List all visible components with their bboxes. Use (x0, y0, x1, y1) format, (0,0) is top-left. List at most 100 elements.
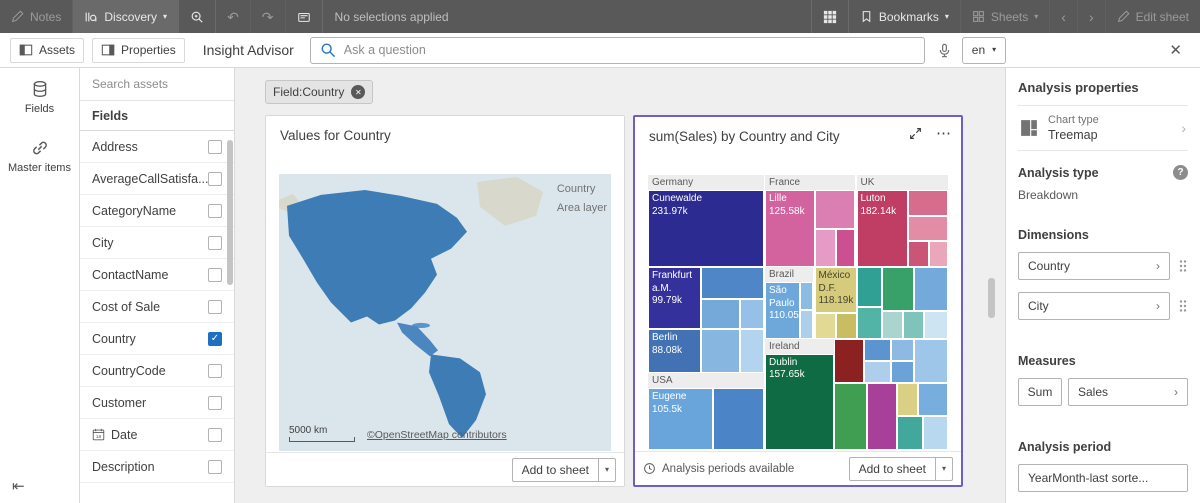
treemap-block[interactable] (918, 383, 948, 416)
bookmarks-button[interactable]: Bookmarks ▾ (848, 0, 960, 33)
remove-filter-icon[interactable]: ✕ (351, 85, 365, 99)
field-row-city[interactable]: City (80, 227, 234, 259)
treemap-block[interactable] (701, 267, 764, 299)
field-row-contactname[interactable]: ContactName (80, 259, 234, 291)
field-row-cost-of-sale[interactable]: Cost of Sale (80, 291, 234, 323)
treemap-block[interactable] (864, 339, 891, 361)
aggregation-button[interactable]: Sum (1018, 378, 1062, 406)
treemap-block[interactable] (701, 329, 740, 373)
field-checkbox-address[interactable] (208, 140, 222, 154)
discovery-button[interactable]: Discovery ▾ (73, 0, 179, 33)
treemap-block[interactable] (740, 329, 764, 373)
treemap-group-ireland[interactable]: Ireland (765, 339, 834, 354)
treemap-block[interactable] (834, 339, 864, 383)
rail-tab-fields[interactable]: Fields (0, 68, 79, 127)
edit-sheet-button[interactable]: Edit sheet (1105, 0, 1200, 33)
field-row-description[interactable]: Description (80, 451, 234, 483)
rail-tab-master-items[interactable]: Master items (0, 127, 79, 186)
field-row-customer[interactable]: Customer (80, 387, 234, 419)
treemap-block[interactable] (836, 313, 857, 339)
chart-type-row[interactable]: Chart type Treemap › (1018, 105, 1188, 151)
field-row-country[interactable]: Country✓ (80, 323, 234, 355)
field-row-date[interactable]: 18Date (80, 419, 234, 451)
close-insight-advisor-button[interactable]: ✕ (1161, 41, 1190, 59)
treemap-block[interactable] (924, 311, 948, 339)
treemap-block-luton[interactable]: Luton 182.14k (857, 190, 908, 267)
treemap-block[interactable] (857, 307, 883, 339)
treemap-block[interactable] (834, 383, 867, 450)
map-add-to-sheet-button[interactable]: Add to sheet ▾ (512, 458, 616, 482)
assets-scrollbar[interactable] (227, 140, 233, 285)
previous-sheet-button[interactable]: ‹ (1049, 0, 1077, 33)
treemap-group-brazil[interactable]: Brazil (765, 267, 813, 282)
help-icon[interactable]: ? (1173, 165, 1188, 180)
analysis-periods-note[interactable]: Analysis periods available (643, 462, 794, 475)
treemap-block[interactable] (815, 229, 836, 268)
undo-button[interactable]: ↶ (216, 0, 251, 33)
assets-search-input[interactable] (92, 77, 222, 91)
treemap-block[interactable] (867, 383, 897, 450)
ask-question-searchbar[interactable] (310, 37, 925, 64)
dimension-button-city[interactable]: City › (1018, 292, 1170, 320)
field-row-averagecallsatisfa[interactable]: AverageCallSatisfa... (80, 163, 234, 195)
treemap-block[interactable] (800, 310, 814, 339)
treemap-block[interactable] (897, 383, 918, 416)
treemap-block[interactable] (891, 339, 914, 361)
treemap-block[interactable] (914, 267, 949, 311)
field-checkbox-averagecallsatisfa[interactable] (208, 172, 222, 186)
voice-input-button[interactable] (937, 43, 952, 58)
smart-search-button[interactable] (179, 0, 216, 33)
field-checkbox-description[interactable] (208, 460, 222, 474)
next-sheet-button[interactable]: › (1077, 0, 1105, 33)
chevron-down-icon[interactable]: ▾ (598, 459, 615, 481)
treemap-block[interactable] (800, 282, 814, 310)
field-checkbox-contactname[interactable] (208, 268, 222, 282)
treemap-block-m-xico-d-f[interactable]: México D.F. 118.19k (815, 267, 857, 312)
field-checkbox-customer[interactable] (208, 396, 222, 410)
treemap-block[interactable] (713, 388, 764, 450)
treemap-chart[interactable]: GermanyFranceUKBrazilIrelandUSACunewalde… (648, 175, 948, 450)
treemap-block[interactable] (740, 299, 764, 329)
field-checkbox-countrycode[interactable] (208, 364, 222, 378)
collapse-panel-icon[interactable]: ⇤ (12, 477, 25, 495)
app-overview-button[interactable] (811, 0, 848, 33)
field-row-countrycode[interactable]: CountryCode (80, 355, 234, 387)
field-row-address[interactable]: Address (80, 131, 234, 163)
field-checkbox-city[interactable] (208, 236, 222, 250)
treemap-block[interactable] (914, 339, 949, 383)
main-scrollbar[interactable] (988, 278, 995, 318)
field-checkbox-cost-of-sale[interactable] (208, 300, 222, 314)
treemap-block-dublin[interactable]: Dublin 157.65k (765, 354, 834, 450)
treemap-block[interactable] (882, 311, 903, 339)
analysis-period-button[interactable]: YearMonth-last sorte... (1018, 464, 1188, 492)
treemap-block-frankfurt[interactable]: Frankfurt a.M. 99.79k (648, 267, 701, 329)
treemap-block-cunewalde[interactable]: Cunewalde 231.97k (648, 190, 764, 267)
field-checkbox-date[interactable] (208, 428, 222, 442)
treemap-group-germany[interactable]: Germany (648, 175, 764, 190)
treemap-block[interactable] (836, 229, 856, 268)
properties-toggle-button[interactable]: Properties (92, 38, 185, 63)
more-options-icon[interactable]: ⋯ (936, 126, 951, 141)
sheets-button[interactable]: Sheets ▾ (960, 0, 1049, 33)
treemap-block-s-o[interactable]: São Paulo 110.05k (765, 282, 800, 338)
treemap-block[interactable] (908, 190, 949, 216)
map-chart-card[interactable]: Values for Country Country Area l (265, 115, 625, 487)
chevron-right-icon[interactable]: › (1181, 120, 1186, 136)
treemap-block[interactable] (701, 299, 740, 329)
treemap-block[interactable] (857, 267, 883, 307)
drag-handle-icon[interactable] (1178, 299, 1188, 313)
expand-icon[interactable] (909, 127, 922, 140)
field-checkbox-categoryname[interactable] (208, 204, 222, 218)
treemap-block[interactable] (908, 241, 929, 267)
treemap-block-berlin[interactable]: Berlin 88.08k (648, 329, 701, 373)
treemap-block[interactable] (908, 216, 949, 241)
treemap-chart-card[interactable]: sum(Sales) by Country and City ⋯ Germany… (633, 115, 963, 487)
treemap-block[interactable] (897, 416, 923, 450)
treemap-block[interactable] (882, 267, 914, 311)
treemap-block[interactable] (903, 311, 924, 339)
dimension-button-country[interactable]: Country › (1018, 252, 1170, 280)
filter-chip[interactable]: Field:Country ✕ (265, 80, 373, 104)
notes-button[interactable]: Notes (0, 0, 73, 33)
language-select[interactable]: en ▾ (962, 37, 1006, 64)
treemap-block[interactable] (815, 190, 856, 229)
